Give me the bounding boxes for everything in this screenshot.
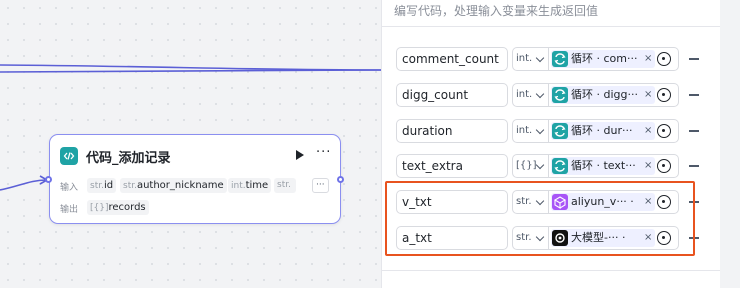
loop-icon <box>552 123 568 139</box>
input-tag: str.author_nickname <box>120 178 227 193</box>
clear-icon[interactable]: × <box>644 50 652 68</box>
chevron-down-icon <box>535 196 545 206</box>
clear-icon[interactable]: × <box>644 122 652 140</box>
loop-icon <box>552 51 568 67</box>
target-icon[interactable] <box>657 88 671 102</box>
clear-icon[interactable]: × <box>644 193 652 211</box>
chevron-down-icon <box>535 160 545 170</box>
panel-scrollbar[interactable] <box>720 0 740 288</box>
type-label: int. <box>516 89 533 100</box>
reference-chip: 循环 · digg··· × <box>551 86 655 104</box>
output-tag: [{}]records <box>87 200 149 215</box>
more-icon[interactable]: ··· <box>316 145 331 160</box>
reference-chip: 循环 · com··· × <box>551 50 655 68</box>
param-name-input[interactable]: duration <box>396 119 508 143</box>
divider <box>381 26 720 27</box>
type-label: int. <box>516 125 533 136</box>
chevron-down-icon <box>535 53 545 63</box>
divider <box>381 270 720 271</box>
play-icon[interactable] <box>296 150 304 160</box>
type-label: [{}] <box>516 160 537 171</box>
type-select[interactable]: [{}] <box>512 154 549 178</box>
plugin-icon <box>552 194 568 210</box>
remove-row-button[interactable] <box>689 130 699 132</box>
type-select[interactable]: str. <box>512 226 549 250</box>
chevron-down-icon <box>535 232 545 242</box>
code-node-card[interactable]: 代码_添加记录 ··· 输入 str.id str.author_nicknam… <box>49 134 341 224</box>
input-tag: int.time <box>228 178 272 193</box>
panel-description: 编写代码，处理输入变量来生成返回值 <box>394 4 599 18</box>
value-reference[interactable]: 循环 · digg··· × <box>549 83 679 107</box>
value-reference[interactable]: 循环 · com··· × <box>549 47 679 71</box>
target-icon[interactable] <box>657 52 671 66</box>
target-icon[interactable] <box>657 159 671 173</box>
target-icon[interactable] <box>657 124 671 138</box>
param-name-input[interactable]: v_txt <box>396 190 508 214</box>
clear-icon[interactable]: × <box>644 86 652 104</box>
input-port[interactable] <box>45 176 52 183</box>
loop-icon <box>552 158 568 174</box>
reference-chip: 大模型-··· · × <box>551 229 655 247</box>
reference-chip: aliyun_v··· · × <box>551 193 655 211</box>
remove-row-button[interactable] <box>689 201 699 203</box>
output-port[interactable] <box>337 176 344 183</box>
type-select[interactable]: int. <box>512 83 549 107</box>
clear-icon[interactable]: × <box>644 229 652 247</box>
type-select[interactable]: str. <box>512 190 549 214</box>
output-label: 输出 <box>60 205 79 215</box>
model-icon <box>552 230 568 246</box>
type-label: str. <box>516 196 532 207</box>
param-name-input[interactable]: a_txt <box>396 226 508 250</box>
remove-row-button[interactable] <box>689 58 699 60</box>
type-select[interactable]: int. <box>512 47 549 71</box>
more-inputs-button[interactable]: ··· <box>312 178 329 193</box>
target-icon[interactable] <box>657 195 671 209</box>
value-reference[interactable]: 大模型-··· · × <box>549 226 679 250</box>
reference-chip: 循环 · dur··· × <box>551 122 655 140</box>
value-reference[interactable]: aliyun_v··· · × <box>549 190 679 214</box>
remove-row-button[interactable] <box>689 237 699 239</box>
reference-text: aliyun_v··· · <box>571 195 634 208</box>
loop-icon <box>552 87 568 103</box>
type-label: int. <box>516 53 533 64</box>
reference-text: 循环 · dur··· <box>571 124 633 137</box>
reference-text: 大模型-··· · <box>571 231 626 244</box>
reference-text: 循环 · com··· <box>571 52 638 65</box>
value-reference[interactable]: 循环 · dur··· × <box>549 119 679 143</box>
chevron-down-icon <box>535 89 545 99</box>
param-name-input[interactable]: digg_count <box>396 83 508 107</box>
input-label: 输入 <box>60 183 79 193</box>
input-tag: str. <box>274 178 296 193</box>
input-tag: str.id <box>87 178 117 193</box>
param-name-input[interactable]: text_extra <box>396 154 508 178</box>
target-icon[interactable] <box>657 231 671 245</box>
reference-text: 循环 · digg··· <box>571 88 638 101</box>
remove-row-button[interactable] <box>689 94 699 96</box>
clear-icon[interactable]: × <box>644 157 652 175</box>
code-icon <box>60 147 78 165</box>
reference-text: 循环 · text··· <box>571 159 636 172</box>
param-name-input[interactable]: comment_count <box>396 47 508 71</box>
type-label: str. <box>516 232 532 243</box>
remove-row-button[interactable] <box>689 165 699 167</box>
node-title: 代码_添加记录 <box>86 150 171 166</box>
chevron-down-icon <box>535 125 545 135</box>
reference-chip: 循环 · text··· × <box>551 157 655 175</box>
value-reference[interactable]: 循环 · text··· × <box>549 154 679 178</box>
type-select[interactable]: int. <box>512 119 549 143</box>
